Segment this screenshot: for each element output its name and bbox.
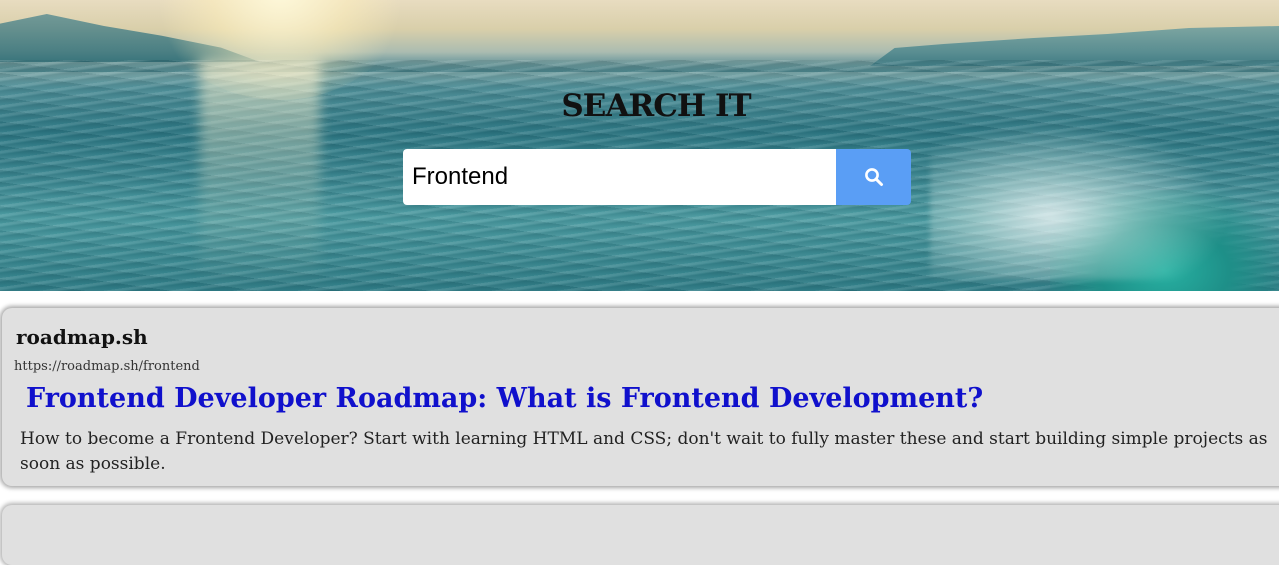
result-site-name: roadmap.sh	[16, 325, 148, 349]
search-result-card	[2, 505, 1279, 565]
result-url: https://roadmap.sh/frontend	[14, 359, 200, 374]
search-icon	[864, 168, 883, 186]
search-input[interactable]	[403, 149, 836, 205]
page-title: SEARCH IT	[561, 88, 751, 124]
search-button[interactable]	[836, 149, 911, 205]
wave-spray	[930, 120, 1230, 280]
result-title-link[interactable]: Frontend Developer Roadmap: What is Fron…	[26, 383, 983, 414]
result-description: How to become a Frontend Developer? Star…	[20, 429, 1268, 474]
hero-banner: SEARCH IT	[0, 0, 1279, 291]
search-bar	[403, 149, 911, 205]
search-result-card: roadmap.sh https://roadmap.sh/frontend F…	[2, 308, 1279, 486]
